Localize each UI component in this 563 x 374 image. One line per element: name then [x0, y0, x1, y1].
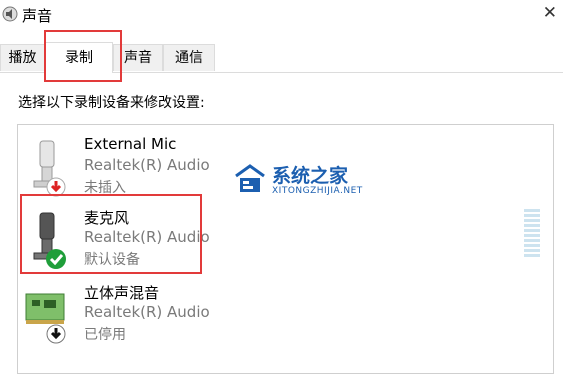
tab-playback[interactable]: 播放 — [0, 44, 45, 71]
device-driver: Realtek(R) Audio — [84, 303, 210, 321]
tab-sounds[interactable]: 声音 — [113, 44, 163, 71]
watermark-logo-icon — [235, 164, 265, 192]
speaker-icon — [2, 6, 18, 22]
watermark: 系统之家 XITONGZHIJIA.NET — [232, 160, 362, 204]
microphone-icon — [33, 212, 66, 269]
watermark-subtext: XITONGZHIJIA.NET — [272, 186, 363, 196]
tab-recording[interactable]: 录制 — [45, 42, 113, 73]
device-status: 默认设备 — [84, 252, 140, 268]
device-status: 未插入 — [84, 180, 126, 196]
device-item-stereo-mix[interactable]: 立体声混音 Realtek(R) Audio 已停用 — [18, 280, 538, 352]
tab-communications[interactable]: 通信 — [163, 44, 215, 71]
window-title: 声音 — [22, 7, 53, 25]
instruction-text: 选择以下录制设备来修改设置: — [18, 95, 205, 111]
title-bar: 声音 ✕ — [0, 0, 563, 30]
microphone-icon — [33, 140, 66, 197]
device-name: 麦克风 — [84, 209, 130, 227]
sound-card-icon — [25, 293, 66, 344]
device-name: External Mic — [84, 135, 177, 153]
level-meter — [524, 209, 540, 257]
device-driver: Realtek(R) Audio — [84, 156, 210, 174]
device-item-microphone[interactable]: 麦克风 Realtek(R) Audio 默认设备 — [18, 205, 538, 277]
device-driver: Realtek(R) Audio — [84, 228, 210, 246]
close-icon[interactable]: ✕ — [543, 3, 557, 23]
tab-strip: 播放 录制 声音 通信 — [0, 42, 563, 73]
device-status: 已停用 — [84, 327, 126, 343]
device-name: 立体声混音 — [84, 284, 160, 302]
watermark-text: 系统之家 — [272, 165, 349, 187]
